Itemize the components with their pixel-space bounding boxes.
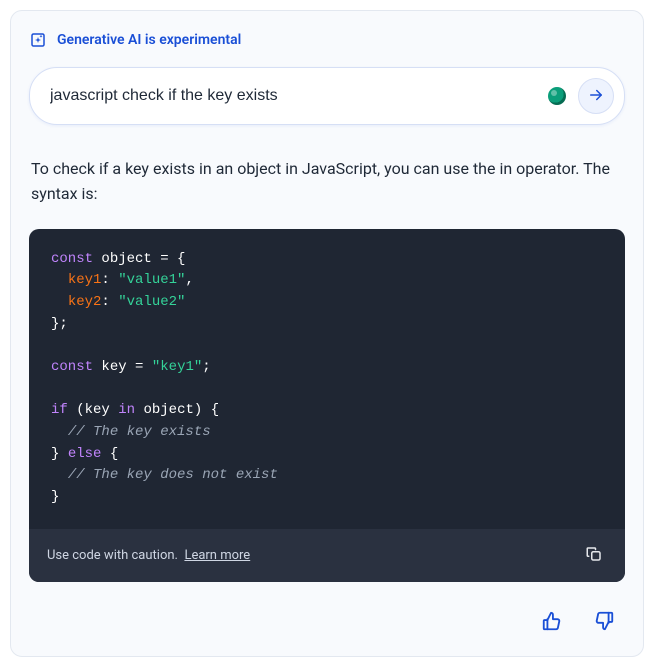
submit-button[interactable] <box>578 78 614 114</box>
search-input[interactable] <box>50 87 548 105</box>
thumbs-up-icon <box>541 610 563 632</box>
code-footer: Use code with caution. Learn more <box>29 529 625 582</box>
header-title: Generative AI is experimental <box>57 32 241 48</box>
answer-intro: To check if a key exists in an object in… <box>29 157 625 207</box>
arrow-right-icon <box>587 86 605 107</box>
learn-more-link[interactable]: Learn more <box>184 548 250 563</box>
ai-answer-card: Generative AI is experimental To check i… <box>10 10 644 657</box>
thumbs-up-button[interactable] <box>537 606 567 636</box>
copy-icon <box>585 551 603 566</box>
thumbs-down-button[interactable] <box>589 606 619 636</box>
loading-spinner-icon <box>548 87 566 105</box>
code-caution: Use code with caution. Learn more <box>47 548 250 563</box>
thumbs-down-icon <box>593 610 615 632</box>
copy-button[interactable] <box>581 541 607 570</box>
sparkle-icon <box>29 31 47 49</box>
search-box[interactable] <box>29 67 625 125</box>
code-content: const object = { key1: "value1", key2: "… <box>29 229 625 529</box>
header: Generative AI is experimental <box>29 31 625 49</box>
code-block: const object = { key1: "value1", key2: "… <box>29 229 625 582</box>
feedback-row <box>29 606 625 636</box>
